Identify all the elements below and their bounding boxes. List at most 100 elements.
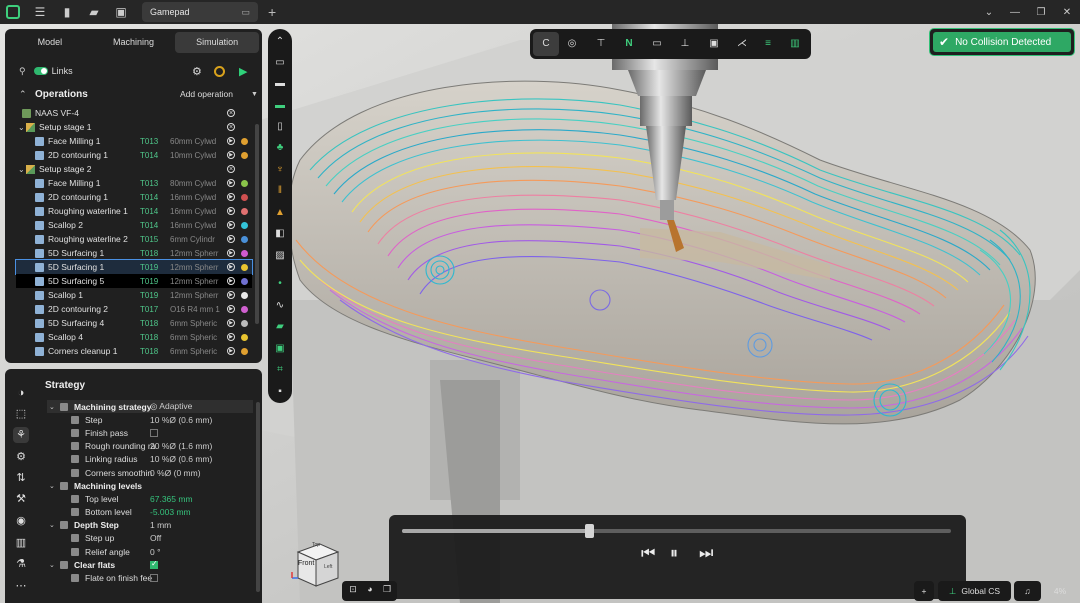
feeds-icon[interactable]: ◉ — [13, 513, 29, 529]
pause-button[interactable]: ⏸ — [670, 545, 678, 563]
tab-simulation[interactable]: Simulation — [175, 32, 260, 53]
operation-row[interactable]: 5D Surfacing 1 T019 12mm Spherr ▶ — [15, 259, 253, 275]
toolpath-view-icon[interactable]: C — [533, 32, 559, 56]
new-file-icon[interactable]: ▮ — [60, 5, 74, 19]
box-view-icon[interactable]: ❒ — [381, 584, 393, 596]
collapse-up-icon[interactable]: ⌃ — [273, 35, 287, 49]
property-row[interactable]: Step up Off — [47, 532, 253, 545]
property-value[interactable]: 20 %Ø (1.6 mm) — [150, 441, 212, 451]
links-toggle[interactable] — [33, 67, 48, 75]
stock-display-icon[interactable]: ▭ — [649, 36, 665, 52]
part-icon[interactable]: ▬ — [273, 99, 287, 113]
chevron-down-icon[interactable]: ⌄ — [18, 123, 26, 132]
property-value[interactable]: 10 %Ø (0.6 mm) — [150, 415, 212, 425]
stock-icon[interactable]: ⬚ — [13, 406, 29, 422]
zoom-fit-icon[interactable]: ◎ — [564, 36, 580, 52]
property-row[interactable]: Flate on finish fee — [47, 571, 253, 584]
settings-gear-icon[interactable]: ⚙ — [192, 65, 202, 78]
tab-machining[interactable]: Machining — [92, 32, 176, 53]
measure-icon[interactable]: ⊥ — [677, 36, 693, 52]
property-row[interactable]: Step 10 %Ø (0.6 mm) — [47, 413, 253, 426]
property-row[interactable]: Bottom level -5.003 mm — [47, 506, 253, 519]
play-operation-icon[interactable]: ▶ — [227, 207, 235, 215]
coordinate-system-select[interactable]: ⊥ Global CS — [938, 581, 1011, 601]
tool-icon[interactable]: ⚒ — [13, 491, 29, 507]
open-folder-icon[interactable]: ▰ — [87, 5, 101, 19]
blank-icon[interactable]: ▯ — [273, 120, 287, 134]
play-operation-icon[interactable]: ▶ — [227, 193, 235, 201]
notifications-bell-icon[interactable]: ♫ — [1014, 581, 1041, 601]
property-value[interactable]: 0 %Ø (0 mm) — [150, 468, 201, 478]
play-operation-icon[interactable]: ▶ — [227, 305, 235, 313]
parameters-gear-icon[interactable]: ⚙ — [13, 449, 29, 465]
toolpath-color-dot[interactable] — [241, 347, 248, 355]
property-value[interactable]: 10 %Ø (0.6 mm) — [150, 454, 212, 464]
minimize-icon[interactable]: — — [1002, 7, 1028, 18]
toolpath-color-dot[interactable] — [241, 179, 248, 187]
simulation-timeline[interactable] — [402, 524, 951, 538]
operation-row[interactable]: 2D contouring 1 T014 10mm Cylwd ▶ — [16, 148, 252, 162]
chevron-down-icon[interactable]: ⌄ — [49, 561, 55, 569]
property-checkbox[interactable] — [150, 428, 158, 437]
operation-row[interactable]: Roughing waterline 1 T014 16mm Cylwd ▶ — [16, 204, 252, 218]
operation-row[interactable]: Face Milling 1 T013 80mm Cylwd ▶ — [16, 176, 252, 190]
machine-options-icon[interactable]: × — [227, 109, 235, 117]
property-group[interactable]: ⌄ Machining levels — [47, 479, 253, 492]
operation-row[interactable]: Face Milling 1 T013 60mm Cylwd ▶ — [16, 134, 252, 148]
setup-row[interactable]: ⌄ Setup stage 2 × — [16, 162, 252, 176]
menu-icon[interactable]: ☰ — [33, 5, 47, 19]
holder-icon[interactable]: ▥ — [13, 535, 29, 551]
navigation-cube[interactable]: Top Front Left — [290, 530, 350, 590]
toolpath-color-dot[interactable] — [241, 277, 248, 285]
operation-row[interactable]: Scallop 4 T018 6mm Spheric ▶ — [16, 330, 252, 344]
add-tab-button[interactable]: + — [268, 4, 276, 20]
chevron-down-icon[interactable]: ⌄ — [18, 165, 26, 174]
play-operation-icon[interactable]: ▶ — [227, 235, 235, 243]
property-row[interactable]: Top level 67.365 mm — [47, 492, 253, 505]
nc-code-icon[interactable]: N — [621, 36, 637, 52]
property-row[interactable]: Corners smoothin 0 %Ø (0 mm) — [47, 466, 253, 479]
play-operation-icon[interactable]: ▶ — [227, 137, 235, 145]
play-operation-icon[interactable]: ▶ — [227, 221, 235, 229]
curve-icon[interactable]: ∿ — [273, 299, 287, 313]
clip-icon[interactable]: ▪ — [273, 385, 287, 399]
operation-row[interactable]: 5D Surfacing 5 T019 12mm Spherr ▶ — [16, 274, 252, 288]
add-operation-button[interactable]: Add operation — [180, 89, 233, 99]
toolpath-color-dot[interactable] — [241, 291, 248, 299]
setup-row[interactable]: ⌄ Setup stage 1 × — [16, 120, 252, 134]
property-row[interactable]: Finish pass — [47, 426, 253, 439]
operation-row[interactable]: Roughing waterline 2 T015 6mm Cylindr ▶ — [16, 232, 252, 246]
machine-icon[interactable]: ⚗ — [13, 556, 29, 572]
play-operation-icon[interactable]: ▶ — [227, 249, 235, 257]
layers-icon[interactable]: ≡ — [760, 36, 776, 52]
property-value[interactable]: ◎ Adaptive — [150, 401, 192, 412]
grid-display-icon[interactable]: ▥ — [787, 36, 803, 52]
toolpath-color-dot[interactable] — [241, 207, 248, 215]
add-operation-dropdown-icon[interactable]: ▼ — [251, 91, 258, 98]
property-value[interactable]: 0 ° — [150, 547, 161, 557]
links-move-icon[interactable]: ⇅ — [13, 470, 29, 486]
property-row[interactable]: Linking radius 10 %Ø (0.6 mm) — [47, 453, 253, 466]
operation-row[interactable]: Scallop 1 T019 12mm Spherr ▶ — [16, 288, 252, 302]
play-operation-icon[interactable]: ▶ — [227, 263, 235, 271]
toolpath-color-dot[interactable] — [241, 221, 248, 229]
more-icon[interactable]: ⋯ — [13, 578, 29, 594]
machine-row[interactable]: NAAS VF-4 × — [16, 106, 252, 120]
simulation-speed-icon[interactable] — [214, 65, 225, 77]
toolpath-color-dot[interactable] — [241, 333, 248, 341]
chevron-down-icon[interactable]: ⌄ — [49, 482, 55, 490]
play-operation-icon[interactable]: ▶ — [227, 291, 235, 299]
operation-row[interactable]: 5D Surfacing 1 T018 12mm Spherr ▶ — [16, 246, 252, 260]
chevron-down-icon[interactable]: ⌄ — [49, 403, 55, 411]
solid-icon[interactable]: ▣ — [273, 342, 287, 356]
property-row[interactable]: Relief angle 0 ° — [47, 545, 253, 558]
document-tab[interactable]: Gamepad ▭ — [142, 2, 258, 22]
point-icon[interactable]: • — [273, 277, 287, 291]
operation-row[interactable]: Corners cleanup 1 T018 6mm Spheric ▶ — [16, 344, 252, 358]
restore-icon[interactable]: ❐ — [1028, 7, 1054, 18]
tool-display-icon[interactable]: ⊤ — [593, 36, 609, 52]
spindle-view-icon[interactable]: ▲ — [273, 206, 287, 220]
play-operation-icon[interactable]: ▶ — [227, 179, 235, 187]
property-group[interactable]: ⌄ Clear flats — [47, 558, 253, 571]
setup-options-icon[interactable]: × — [227, 165, 235, 173]
